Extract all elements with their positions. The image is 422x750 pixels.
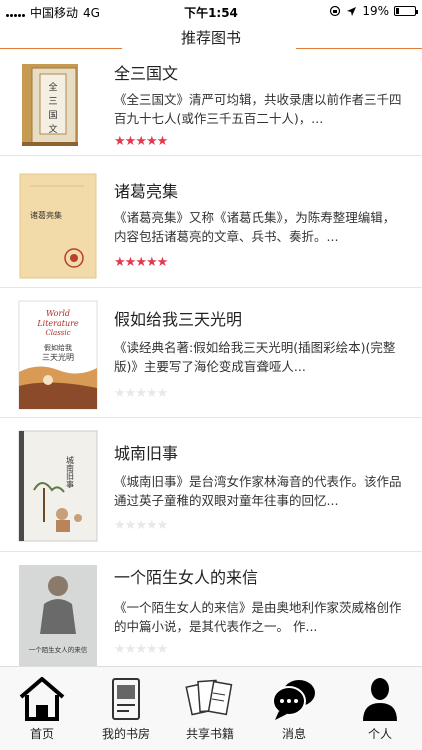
book-title[interactable]: 一个陌生女人的来信 bbox=[114, 564, 258, 588]
star-icon: ★ bbox=[135, 134, 147, 149]
star-icon: ★ bbox=[135, 642, 147, 657]
rotation-lock-icon bbox=[330, 5, 341, 17]
star-icon: ★ bbox=[145, 642, 158, 657]
tab-home[interactable]: 首页 bbox=[0, 667, 84, 750]
page-title: 推荐图书 bbox=[180, 29, 241, 47]
star-icon: ★ bbox=[114, 642, 126, 657]
star-icon: ★ bbox=[124, 386, 137, 401]
star-icon: ★ bbox=[124, 642, 137, 657]
home-icon bbox=[19, 677, 65, 721]
person-icon bbox=[363, 678, 397, 721]
star-icon: ★ bbox=[114, 518, 126, 533]
book-list[interactable]: 全 三 国 文 全三国文 《全三国文》清严可均辑，共收录唐以前作者三千四百九十七… bbox=[0, 54, 422, 666]
rating-stars: ★★★★★ bbox=[114, 642, 169, 657]
book-icon bbox=[112, 678, 140, 720]
tab-label: 消息 bbox=[281, 727, 306, 741]
book-item[interactable]: 一个陌生女人的来信 一个陌生女人的来信 《一个陌生女人的来信》是由奥地利作家茨威… bbox=[0, 552, 422, 666]
svg-text:假如给我: 假如给我 bbox=[44, 343, 72, 352]
tab-label: 首页 bbox=[29, 727, 54, 741]
star-icon: ★ bbox=[156, 642, 169, 657]
svg-text:三: 三 bbox=[48, 97, 57, 107]
book-cover-image: 城南旧事 bbox=[18, 430, 98, 542]
book-title[interactable]: 假如给我三天光明 bbox=[114, 306, 242, 330]
tab-label: 我的书房 bbox=[101, 727, 150, 741]
svg-text:一个陌生女人的来信: 一个陌生女人的来信 bbox=[29, 645, 88, 654]
book-cover-image: World Literature Classic 假如给我 三天光明 bbox=[18, 300, 98, 410]
tab-label: 个人 bbox=[367, 727, 392, 741]
star-icon: ★ bbox=[145, 134, 158, 149]
svg-text:诸葛亮集: 诸葛亮集 bbox=[30, 210, 62, 220]
header-divider-right bbox=[296, 48, 422, 49]
book-cover-image: 诸葛亮集 bbox=[19, 173, 97, 279]
svg-text:World: World bbox=[46, 309, 70, 318]
book-description: 《一个陌生女人的来信》是由奥地利作家茨威格创作的中篇小说，是其代表作之一。 作.… bbox=[114, 600, 402, 634]
star-icon: ★ bbox=[135, 255, 147, 270]
star-icon: ★ bbox=[124, 134, 137, 149]
battery-icon bbox=[394, 6, 418, 16]
star-icon: ★ bbox=[114, 255, 126, 270]
book-title[interactable]: 诸葛亮集 bbox=[114, 178, 178, 202]
status-right: 19% bbox=[329, 4, 418, 18]
rating-stars: ★★★★★ bbox=[114, 255, 169, 270]
book-description: 《城南旧事》是台湾女作家林海音的代表作。该作品通过英子童稚的双眼对童年往事的回忆… bbox=[114, 474, 402, 508]
header-divider-left bbox=[0, 48, 122, 49]
rating-stars: ★★★★★ bbox=[114, 518, 169, 533]
message-icon bbox=[272, 680, 315, 720]
star-icon: ★ bbox=[156, 134, 169, 149]
star-icon: ★ bbox=[124, 255, 137, 270]
star-icon: ★ bbox=[145, 386, 158, 401]
shared-books-icon bbox=[185, 679, 233, 716]
book-cover-image: 一个陌生女人的来信 bbox=[19, 565, 97, 666]
book-title[interactable]: 全三国文 bbox=[114, 60, 178, 84]
rating-stars: ★★★★★ bbox=[114, 134, 169, 149]
star-icon: ★ bbox=[156, 255, 169, 270]
star-icon: ★ bbox=[156, 386, 169, 401]
nav-header: 推荐图书 bbox=[0, 22, 422, 54]
book-cover-image: 全 三 国 文 bbox=[22, 64, 78, 146]
location-icon bbox=[347, 6, 357, 16]
svg-text:城南旧事: 城南旧事 bbox=[66, 456, 75, 488]
svg-text:三天光明: 三天光明 bbox=[42, 352, 74, 362]
star-icon: ★ bbox=[145, 255, 158, 270]
book-description: 《全三国文》清严可均辑，共收录唐以前作者三千四百九十七人(或作三千五百二十人)，… bbox=[114, 92, 402, 126]
book-description: 《诸葛亮集》又称《诸葛氏集》，为陈寿整理编辑，内容包括诸葛亮的文章、兵书、奏折。… bbox=[114, 210, 396, 244]
svg-text:文: 文 bbox=[48, 123, 57, 135]
tab-bar: 首页 我的书房 共享书籍 消息 个人 bbox=[0, 666, 422, 750]
star-icon: ★ bbox=[114, 134, 126, 149]
book-item[interactable]: 全 三 国 文 全三国文 《全三国文》清严可均辑，共收录唐以前作者三千四百九十七… bbox=[0, 54, 422, 156]
battery-level bbox=[396, 8, 400, 14]
tab-messages[interactable]: 消息 bbox=[252, 667, 336, 750]
svg-text:国: 国 bbox=[48, 110, 57, 121]
tab-shared-books[interactable]: 共享书籍 bbox=[168, 667, 252, 750]
book-title[interactable]: 城南旧事 bbox=[114, 440, 178, 464]
book-description: 《读经典名著:假如给我三天光明(插图彩绘本)(完整版)》主要写了海伦变成盲聋哑人… bbox=[114, 340, 396, 374]
battery-percent: 19% bbox=[362, 4, 389, 18]
book-item[interactable]: 诸葛亮集 诸葛亮集 《诸葛亮集》又称《诸葛氏集》，为陈寿整理编辑，内容包括诸葛亮… bbox=[0, 156, 422, 288]
svg-text:Literature: Literature bbox=[36, 319, 79, 328]
svg-text:Classic: Classic bbox=[45, 329, 70, 337]
tab-label: 共享书籍 bbox=[185, 727, 234, 741]
book-item[interactable]: 城南旧事 城南旧事 《城南旧事》是台湾女作家林海音的代表作。该作品通过英子童稚的… bbox=[0, 418, 422, 552]
tab-profile[interactable]: 个人 bbox=[338, 667, 422, 750]
star-icon: ★ bbox=[114, 386, 126, 401]
star-icon: ★ bbox=[156, 518, 169, 533]
star-icon: ★ bbox=[135, 518, 147, 533]
rating-stars: ★★★★★ bbox=[114, 386, 169, 401]
tab-my-study[interactable]: 我的书房 bbox=[84, 667, 168, 750]
star-icon: ★ bbox=[124, 518, 137, 533]
status-bar: 中国移动 4G 下午1:54 19% bbox=[0, 0, 422, 22]
star-icon: ★ bbox=[145, 518, 158, 533]
svg-text:全: 全 bbox=[48, 81, 57, 93]
star-icon: ★ bbox=[135, 386, 147, 401]
book-item[interactable]: World Literature Classic 假如给我 三天光明 假如给我三… bbox=[0, 288, 422, 418]
